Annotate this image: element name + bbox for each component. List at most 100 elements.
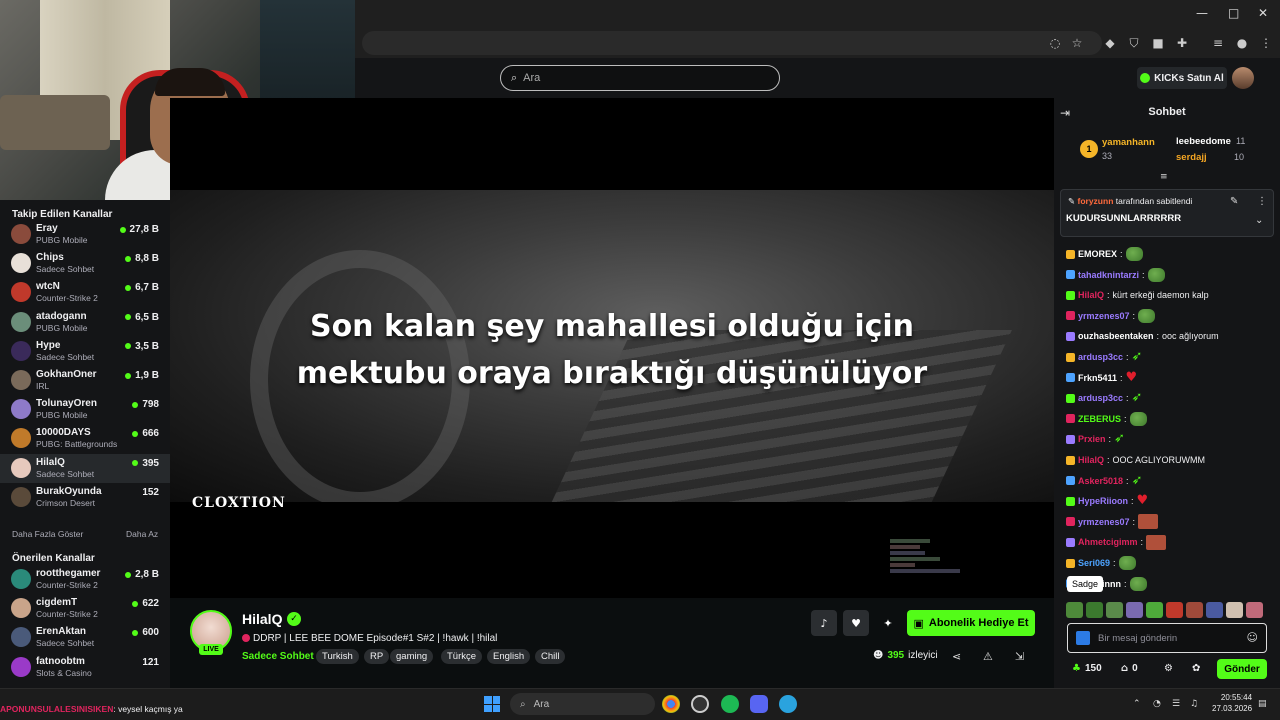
show-more-link[interactable]: Daha Fazla Göster <box>12 529 83 539</box>
streamer-name[interactable]: HilalQ <box>242 611 282 627</box>
chat-username[interactable]: Prxien <box>1078 434 1106 444</box>
menu-icon[interactable]: ⋮ <box>1258 35 1274 51</box>
wifi-icon[interactable]: ☰ <box>1172 699 1180 709</box>
chat-settings-button[interactable]: ⚙ <box>1164 663 1173 674</box>
chat-username[interactable]: yrmzenes07 <box>1078 311 1130 321</box>
chat-message-input[interactable] <box>1098 630 1238 646</box>
minimize-icon[interactable]: — <box>1196 6 1208 20</box>
chat-username[interactable]: yrmzenes07 <box>1078 517 1130 527</box>
stream-tag[interactable]: Türkçe <box>441 649 483 664</box>
report-icon[interactable]: ⚠ <box>983 650 993 663</box>
notification-icon[interactable]: ▤ <box>1258 699 1267 709</box>
emote-button[interactable] <box>1066 602 1083 618</box>
chat-username[interactable]: ardusp3cc <box>1078 393 1123 403</box>
chat-username[interactable]: Seri069 <box>1078 558 1110 568</box>
puzzle-icon[interactable]: ✚ <box>1174 35 1190 51</box>
emote-button[interactable] <box>1126 602 1143 618</box>
top-gifter-name[interactable]: yamanhann <box>1102 137 1155 148</box>
emote-button[interactable] <box>1206 602 1223 618</box>
channel-item[interactable]: atadogann PUBG Mobile 6,5 B <box>0 308 170 337</box>
telegram-app-icon[interactable] <box>779 695 797 713</box>
emote-button[interactable] <box>1146 602 1163 618</box>
share-icon[interactable]: ⋖ <box>952 650 961 663</box>
chat-username[interactable]: HilalQ <box>1078 455 1104 465</box>
close-icon[interactable]: ✕ <box>1258 6 1268 20</box>
chat-username[interactable]: ouzhasbeentaken <box>1078 331 1154 341</box>
chat-username[interactable]: Ahmetcigimm <box>1078 537 1138 547</box>
top-gifter-name[interactable]: leebeedome <box>1176 136 1231 147</box>
stream-tag[interactable]: Chill <box>535 649 566 664</box>
chat-username[interactable]: Asker5018 <box>1078 476 1123 486</box>
profile-icon[interactable]: ● <box>1234 35 1250 51</box>
star-icon[interactable]: ☆ <box>1069 35 1085 51</box>
channel-item[interactable]: BurakOyunda Crimson Desert 152 <box>0 483 170 512</box>
notification-bell-button[interactable]: ♪ <box>811 610 837 636</box>
spotify-app-icon[interactable] <box>721 695 739 713</box>
sparkle-button[interactable]: ✦ <box>875 610 901 636</box>
address-field[interactable] <box>362 31 1102 55</box>
windows-start-icon[interactable] <box>484 696 500 712</box>
store-button[interactable]: ⌂ 0 <box>1121 663 1138 674</box>
emote-picker-button[interactable]: ✿ <box>1192 663 1200 674</box>
channel-points[interactable]: ♣ 150 <box>1072 663 1102 674</box>
taskbar-search[interactable]: ⌕ Ara <box>510 693 655 715</box>
chat-username[interactable]: Frkn5411 <box>1078 373 1117 383</box>
channel-item[interactable]: 10000DAYS PUBG: Battlegrounds 666 <box>0 424 170 453</box>
channel-item[interactable]: cigdemT Counter-Strike 2 622 <box>0 594 170 623</box>
chat-username[interactable]: HilalQ <box>1078 290 1104 300</box>
search-input[interactable]: ⌕ Ara <box>500 65 780 91</box>
chat-username[interactable]: HypeRiioon <box>1078 496 1128 506</box>
channel-item[interactable]: TolunayOren PUBG Mobile 798 <box>0 395 170 424</box>
github-app-icon[interactable] <box>691 695 709 713</box>
chat-input-box[interactable]: ☺ <box>1067 623 1267 653</box>
extension-icon[interactable]: ◆ <box>1102 35 1118 51</box>
filter-icon[interactable]: ≡ <box>1160 172 1168 182</box>
emote-button[interactable] <box>1186 602 1203 618</box>
channel-item[interactable]: rootthegamer Counter-Strike 2 2,8 B <box>0 565 170 594</box>
channel-item[interactable]: Chips Sadece Sohbet 8,8 B <box>0 249 170 278</box>
send-button[interactable]: Gönder <box>1217 659 1267 679</box>
kick-badge-icon[interactable] <box>1076 631 1090 645</box>
user-avatar[interactable] <box>1232 67 1254 89</box>
channel-item[interactable]: ErenAktan Sadece Sohbet 600 <box>0 623 170 652</box>
emote-button[interactable] <box>1106 602 1123 618</box>
channel-item[interactable]: Hype Sadece Sohbet 3,5 B <box>0 337 170 366</box>
kicks-buy-button[interactable]: KICKs Satın Al <box>1137 67 1227 89</box>
channel-item[interactable]: HilalQ Sadece Sohbet 395 <box>0 453 170 483</box>
emoji-icon[interactable]: ☺ <box>1247 631 1258 644</box>
chevron-up-icon[interactable]: ⌃ <box>1133 699 1141 709</box>
list-icon[interactable]: ≡ <box>1210 35 1226 51</box>
emote-button[interactable] <box>1086 602 1103 618</box>
eye-off-icon[interactable]: ◌ <box>1047 35 1063 51</box>
channel-item[interactable]: GokhanOner IRL 1,9 B <box>0 366 170 395</box>
channel-item[interactable]: fatnoobtm Slots & Casino 121 <box>0 653 170 682</box>
stream-tag[interactable]: gaming <box>390 649 434 664</box>
channel-item[interactable]: wtcN Counter-Strike 2 6,7 B <box>0 278 170 307</box>
stream-tag[interactable]: English <box>487 649 531 664</box>
volume-icon[interactable]: ♫ <box>1190 699 1198 709</box>
show-less-link[interactable]: Daha Az <box>126 529 158 539</box>
network-icon[interactable]: ◔ <box>1153 699 1161 709</box>
theatre-mode-icon[interactable]: ⇲ <box>1015 650 1024 663</box>
shield-icon[interactable]: ⛉ <box>1126 35 1142 51</box>
gift-subscription-button[interactable]: ▣ Abonelik Hediye Et <box>907 610 1035 636</box>
emote-button[interactable] <box>1226 602 1243 618</box>
emote-button[interactable] <box>1166 602 1183 618</box>
stream-tag[interactable]: Turkish <box>316 649 359 664</box>
chat-username[interactable]: EMOREX <box>1078 249 1117 259</box>
system-clock[interactable]: 20:55:44 27.03.2026 <box>1212 692 1252 714</box>
pinned-by-user[interactable]: foryzunn <box>1078 196 1114 206</box>
chrome-app-icon[interactable] <box>662 695 680 713</box>
stream-tag[interactable]: RP <box>364 649 390 664</box>
chat-username[interactable]: tahadknintarzi <box>1078 270 1139 280</box>
follow-button[interactable]: ♥ <box>843 610 869 636</box>
more-options-icon[interactable]: ⋮ <box>1257 196 1267 207</box>
discord-app-icon[interactable] <box>750 695 768 713</box>
chat-username[interactable]: ardusp3cc <box>1078 352 1123 362</box>
maximize-icon[interactable]: □ <box>1228 6 1239 20</box>
extension-icon[interactable]: ■ <box>1150 35 1166 51</box>
unpin-icon[interactable]: ✎ <box>1230 196 1238 207</box>
chat-username[interactable]: ZEBERUS <box>1078 414 1121 424</box>
emote-button[interactable] <box>1246 602 1263 618</box>
top-gifter-name[interactable]: serdajj <box>1176 152 1207 163</box>
